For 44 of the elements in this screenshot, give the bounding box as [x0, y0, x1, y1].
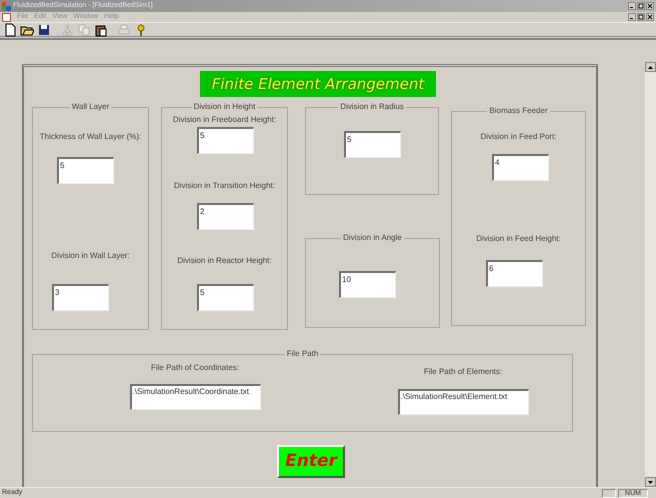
status-panel — [602, 488, 616, 498]
app-icon — [2, 2, 11, 10]
input-field[interactable]: 3 — [52, 284, 109, 311]
scroll-down-button[interactable] — [645, 477, 656, 487]
new-icon[interactable] — [3, 22, 17, 36]
document-icon — [2, 12, 11, 22]
input-field[interactable]: 10 — [339, 271, 396, 298]
field-label: File Path of Elements: — [424, 367, 502, 377]
scroll-up-button[interactable] — [645, 62, 656, 72]
group-title: Division in Angle — [342, 234, 403, 242]
field-label: Division in Wall Layer: — [50, 251, 131, 261]
group-title: Division in Radius — [339, 103, 405, 111]
input-field[interactable]: 2 — [197, 203, 254, 230]
field-label: File Path of Coordinates: — [150, 363, 240, 373]
input-field[interactable]: 4 — [492, 154, 549, 181]
group-title: Division in Height — [192, 103, 256, 111]
input-field[interactable]: 6 — [486, 260, 543, 287]
field-label: Division in Transition Height: — [173, 181, 276, 191]
close-button[interactable] — [646, 2, 654, 10]
close-icon — [647, 14, 653, 20]
field-label: Division in Feed Height: — [475, 234, 562, 244]
field-label: Division in Feed Port: — [479, 132, 558, 142]
down-arrow-icon — [648, 480, 653, 484]
input-field[interactable]: 5 — [197, 284, 254, 311]
field-label: Division in Reactor Height: — [176, 256, 273, 266]
input-field[interactable]: .\SimulationResult\Element.txt — [398, 389, 528, 415]
save-icon[interactable] — [37, 22, 51, 36]
input-field[interactable]: 5 — [344, 131, 401, 158]
input-field[interactable]: .\SimulationResult\Coordinate.txt — [130, 384, 260, 410]
minimize-button[interactable] — [628, 2, 636, 10]
scrollbar[interactable] — [645, 62, 656, 487]
form-title: Finite Element Arrangement — [200, 71, 436, 97]
close-button[interactable] — [646, 13, 654, 21]
input-field[interactable]: 5 — [57, 157, 114, 184]
up-arrow-icon — [648, 66, 653, 68]
minimize-button[interactable] — [628, 13, 636, 21]
field-label: Division in Freeboard Height: — [172, 115, 278, 125]
input-field[interactable]: 5 — [197, 127, 254, 154]
paste-icon[interactable] — [94, 22, 108, 36]
group-title: Biomass Feeder — [488, 107, 549, 115]
field-label: Thickness of Wall Layer (%): — [38, 132, 142, 142]
group-title: File Path — [286, 350, 320, 358]
close-icon — [647, 3, 653, 9]
group-title: Wall Layer — [70, 103, 110, 111]
